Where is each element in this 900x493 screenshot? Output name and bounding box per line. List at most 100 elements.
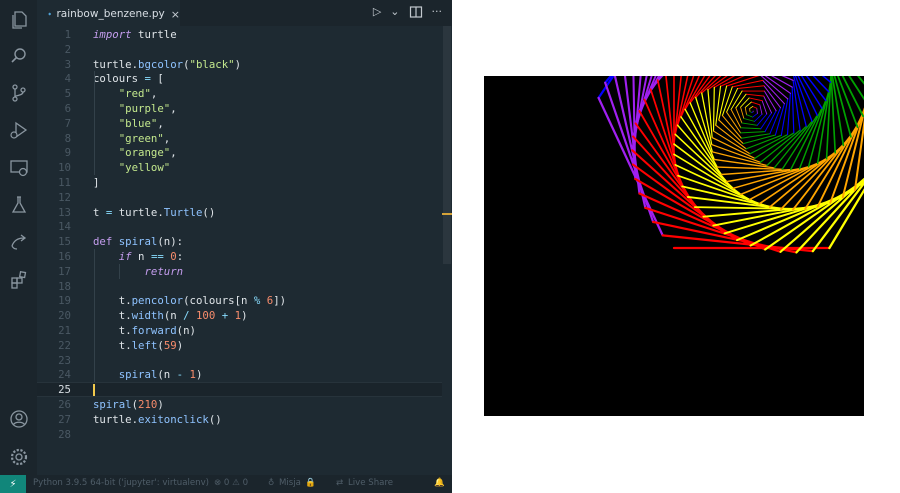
code-line[interactable]: 12 (37, 190, 442, 205)
code-token: ]) (273, 294, 287, 308)
code-line[interactable]: 6 "purple", (37, 101, 442, 116)
spiral-segment (763, 95, 772, 114)
code-text: spiral(n - 1) (93, 367, 203, 382)
code-token: (n (163, 309, 184, 323)
lock-icon: 🔒 (305, 478, 316, 488)
code-line[interactable]: 17 return (37, 264, 442, 279)
code-token: turtle (93, 57, 132, 71)
code-line[interactable]: 13 t = turtle.Turtle() (37, 205, 442, 220)
scrollbar-thumb[interactable] (443, 26, 451, 264)
remote-indicator[interactable]: ⚡ (0, 475, 26, 493)
code-token: () (202, 205, 216, 219)
share-icon: ⇄ (336, 478, 344, 488)
code-line[interactable]: 9 "orange", (37, 145, 442, 160)
code-text: def spiral(n): (93, 234, 183, 249)
code-line[interactable]: 23 (37, 353, 442, 368)
code-line[interactable]: 3 turtle.bgcolor("black") (37, 57, 442, 72)
code-text: "green", (93, 131, 170, 146)
code-line[interactable]: 5 "red", (37, 86, 442, 101)
code-token: "yellow" (93, 161, 171, 175)
code-line[interactable]: 21 t.forward(n) (37, 323, 442, 338)
live-share-user[interactable]: Misja (279, 478, 301, 488)
code-line[interactable]: 18 (37, 279, 442, 294)
chevron-down-icon[interactable]: ⌄ (390, 5, 399, 19)
code-line[interactable]: 20 t.width(n / 100 + 1) (37, 308, 442, 323)
spiral-segment (759, 104, 763, 115)
explorer-icon[interactable] (9, 10, 29, 30)
code-line[interactable]: 16 if n == 0: (37, 249, 442, 264)
source-control-icon[interactable] (9, 83, 29, 103)
code-token: width (131, 309, 164, 323)
split-editor-icon[interactable] (409, 5, 423, 19)
code-token: , (150, 87, 158, 101)
python-interpreter[interactable]: Python 3.9.5 64-bit ('jupyter': virtuale… (33, 478, 209, 488)
code-text: t.left(59) (93, 338, 183, 353)
code-line[interactable]: 11] (37, 175, 442, 190)
code-token: , (170, 102, 177, 115)
spiral-segment (740, 127, 762, 130)
tab-rainbow-benzene[interactable]: rainbow_benzene.py × (37, 0, 180, 27)
code-line[interactable]: 10 "yellow" (37, 160, 442, 175)
code-text: spiral(210) (93, 397, 164, 412)
editor-actions: ▷ ⌄ ··· (373, 5, 442, 19)
spiral-segment (749, 106, 754, 110)
close-icon[interactable]: × (171, 8, 180, 21)
code-editor[interactable]: 1 import turtle 2 3 turtle.bgcolor("black") 4… (37, 26, 452, 475)
run-file-icon[interactable]: ▷ (373, 5, 381, 19)
line-number: 19 (58, 294, 71, 308)
testing-icon[interactable] (9, 195, 29, 215)
code-line[interactable]: 22 t.left(59) (37, 338, 442, 353)
code-text: t.pencolor(colours[n % 6]) (93, 293, 286, 308)
code-text: t.width(n / 100 + 1) (93, 308, 248, 323)
code-line[interactable]: 25 (37, 382, 442, 398)
code-token: spiral (118, 235, 158, 249)
code-text: "orange", (93, 145, 177, 160)
problems-indicator[interactable]: ⊗ 0 ⚠ 0 (214, 478, 248, 488)
code-line[interactable]: 14 (37, 219, 442, 234)
spiral-segment (730, 108, 742, 129)
code-token: "orange" (93, 146, 171, 160)
code-token: 210 (138, 398, 158, 411)
run-debug-icon[interactable] (9, 120, 29, 140)
spiral-segment (715, 124, 747, 150)
accounts-icon[interactable] (9, 409, 29, 429)
code-line[interactable]: 27 turtle.exitonclick() (37, 412, 442, 427)
spiral-segment (740, 131, 766, 134)
line-number: 26 (58, 398, 71, 411)
code-line[interactable]: 19 t.pencolor(colours[n % 6]) (37, 293, 442, 308)
code-line[interactable]: 4 colours = [ (37, 71, 442, 86)
search-icon[interactable] (9, 46, 29, 66)
python-file-icon (48, 12, 52, 16)
more-actions-icon[interactable]: ··· (432, 5, 443, 19)
code-line[interactable]: 26 spiral(210) (37, 397, 442, 412)
notifications-bell-icon[interactable]: 🔔 (434, 478, 445, 488)
code-line[interactable]: 28 (37, 427, 442, 442)
code-token: forward (131, 324, 177, 337)
spiral-segment (744, 107, 747, 116)
live-share-button[interactable]: Live Share (348, 478, 393, 488)
code-line[interactable]: 24 spiral(n - 1) (37, 367, 442, 382)
spiral-segment (712, 86, 715, 132)
code-line[interactable]: 2 (37, 42, 442, 57)
remote-explorer-icon[interactable] (9, 158, 29, 178)
code-line[interactable]: 1 import turtle (37, 27, 442, 42)
extensions-icon[interactable] (9, 270, 29, 290)
activity-bar (0, 0, 37, 475)
line-number: 18 (58, 279, 71, 293)
line-number: 3 (64, 57, 71, 71)
code-token: t (93, 294, 126, 308)
code-line[interactable]: 8 "green", (37, 131, 442, 146)
spiral-segment (752, 106, 758, 109)
code-line[interactable]: 7 "blue", (37, 116, 442, 131)
code-token: "blue" (93, 116, 158, 130)
code-line[interactable]: 15 def spiral(n): (37, 234, 442, 249)
settings-gear-icon[interactable] (9, 447, 29, 467)
turtle-graphics-window[interactable] (484, 76, 864, 416)
line-number: 27 (58, 412, 71, 426)
live-share-icon[interactable] (9, 232, 29, 252)
line-number: 4 (64, 72, 71, 86)
line-number: 6 (64, 102, 71, 115)
code-token: = (138, 72, 158, 86)
tab-label: rainbow_benzene.py (56, 8, 165, 20)
